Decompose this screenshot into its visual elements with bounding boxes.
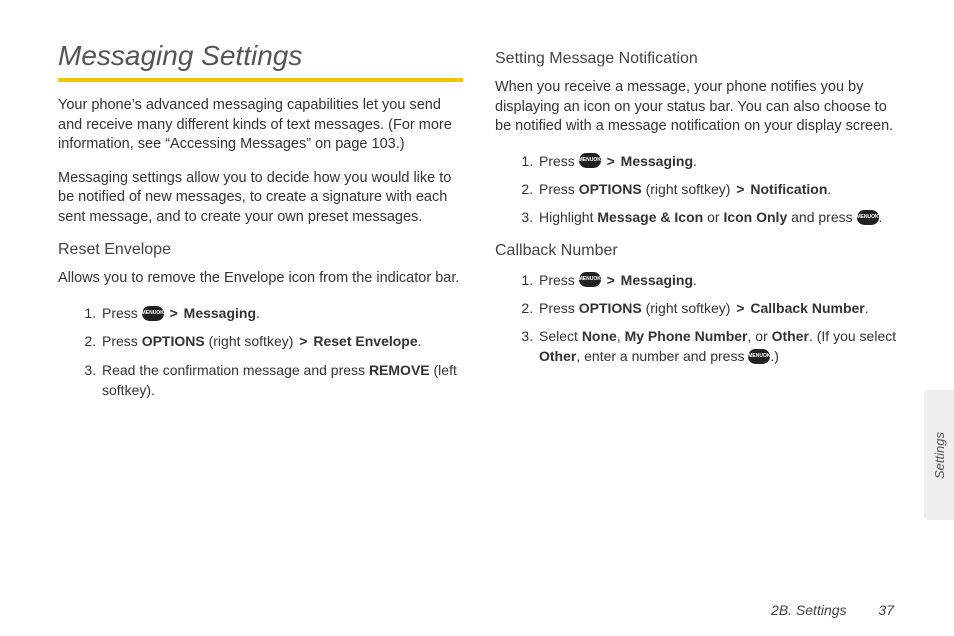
list-item: Press MENUOK > Messaging. — [100, 303, 463, 323]
menu-path: Notification — [750, 181, 827, 197]
option-label: None — [582, 328, 617, 344]
page-columns: Messaging Settings Your phone’s advanced… — [0, 0, 954, 438]
step-text: Press — [539, 181, 579, 197]
intro-paragraph-1: Your phone’s advanced messaging capabili… — [58, 96, 463, 155]
option-label: Other — [539, 348, 576, 364]
step-text: or — [707, 209, 723, 225]
punct: . — [693, 153, 697, 169]
step-text: and press — [791, 209, 856, 225]
option-label: Message & Icon — [597, 209, 703, 225]
reset-envelope-heading: Reset Envelope — [58, 241, 463, 259]
notification-steps: Press MENUOK > Messaging. Press OPTIONS … — [495, 151, 900, 228]
softkey-label: OPTIONS — [142, 333, 205, 349]
step-text: Press — [102, 333, 142, 349]
left-column: Messaging Settings Your phone’s advanced… — [58, 40, 463, 408]
notification-desc: When you receive a message, your phone n… — [495, 78, 900, 137]
chevron-right-icon: > — [734, 181, 746, 197]
right-column: Setting Message Notification When you re… — [495, 40, 900, 408]
step-text: , or — [748, 328, 772, 344]
option-label: Other — [772, 328, 809, 344]
step-text: Press — [539, 153, 579, 169]
list-item: Press MENUOK > Messaging. — [537, 270, 900, 290]
chevron-right-icon: > — [605, 153, 617, 169]
menu-path: Messaging — [621, 272, 693, 288]
step-text: Press — [102, 305, 142, 321]
menu-ok-icon: MENUOK — [142, 306, 164, 321]
menu-path: Reset Envelope — [313, 333, 417, 349]
step-text: . (If you select — [809, 328, 896, 344]
step-text: .) — [770, 348, 779, 364]
punct: . — [256, 305, 260, 321]
title-rule — [58, 78, 463, 82]
list-item: Highlight Message & Icon or Icon Only an… — [537, 207, 900, 227]
option-label: My Phone Number — [625, 328, 748, 344]
chevron-right-icon: > — [605, 272, 617, 288]
step-text: Highlight — [539, 209, 597, 225]
notification-heading: Setting Message Notification — [495, 50, 900, 68]
callback-heading: Callback Number — [495, 242, 900, 260]
section-tab: Settings — [924, 390, 954, 520]
punct: . — [865, 300, 869, 316]
list-item: Press OPTIONS (right softkey) > Reset En… — [100, 331, 463, 351]
step-text: , enter a number and press — [576, 348, 748, 364]
chevron-right-icon: > — [734, 300, 746, 316]
list-item: Press OPTIONS (right softkey) > Callback… — [537, 298, 900, 318]
menu-ok-icon: MENUOK — [579, 272, 601, 287]
punct: . — [879, 209, 883, 225]
step-text: Press — [539, 272, 579, 288]
footer-page-number: 37 — [878, 602, 894, 618]
step-text: (right softkey) — [646, 300, 735, 316]
step-text: (right softkey) — [646, 181, 735, 197]
punct: . — [693, 272, 697, 288]
list-item: Press OPTIONS (right softkey) > Notifica… — [537, 179, 900, 199]
chevron-right-icon: > — [168, 305, 180, 321]
step-text: Read the confirmation message and press — [102, 362, 369, 378]
menu-path: Messaging — [621, 153, 693, 169]
page-title: Messaging Settings — [58, 40, 463, 72]
step-text: Press — [539, 300, 579, 316]
section-tab-label: Settings — [932, 432, 947, 479]
callback-steps: Press MENUOK > Messaging. Press OPTIONS … — [495, 270, 900, 367]
softkey-label: REMOVE — [369, 362, 430, 378]
list-item: Select None, My Phone Number, or Other. … — [537, 326, 900, 367]
menu-ok-icon: MENUOK — [857, 210, 879, 225]
footer-section: 2B. Settings — [771, 602, 847, 618]
punct: . — [418, 333, 422, 349]
softkey-label: OPTIONS — [579, 300, 642, 316]
chevron-right-icon: > — [297, 333, 309, 349]
menu-path: Callback Number — [750, 300, 864, 316]
list-item: Press MENUOK > Messaging. — [537, 151, 900, 171]
list-item: Read the confirmation message and press … — [100, 360, 463, 401]
step-text: (right softkey) — [209, 333, 298, 349]
option-label: Icon Only — [723, 209, 787, 225]
step-text: Select — [539, 328, 582, 344]
menu-ok-icon: MENUOK — [579, 153, 601, 168]
punct: . — [827, 181, 831, 197]
step-text: , — [617, 328, 625, 344]
intro-paragraph-2: Messaging settings allow you to decide h… — [58, 169, 463, 228]
reset-envelope-desc: Allows you to remove the Envelope icon f… — [58, 269, 463, 289]
menu-ok-icon: MENUOK — [748, 349, 770, 364]
page-footer: 2B. Settings 37 — [771, 602, 894, 618]
menu-path: Messaging — [184, 305, 256, 321]
reset-envelope-steps: Press MENUOK > Messaging. Press OPTIONS … — [58, 303, 463, 400]
softkey-label: OPTIONS — [579, 181, 642, 197]
